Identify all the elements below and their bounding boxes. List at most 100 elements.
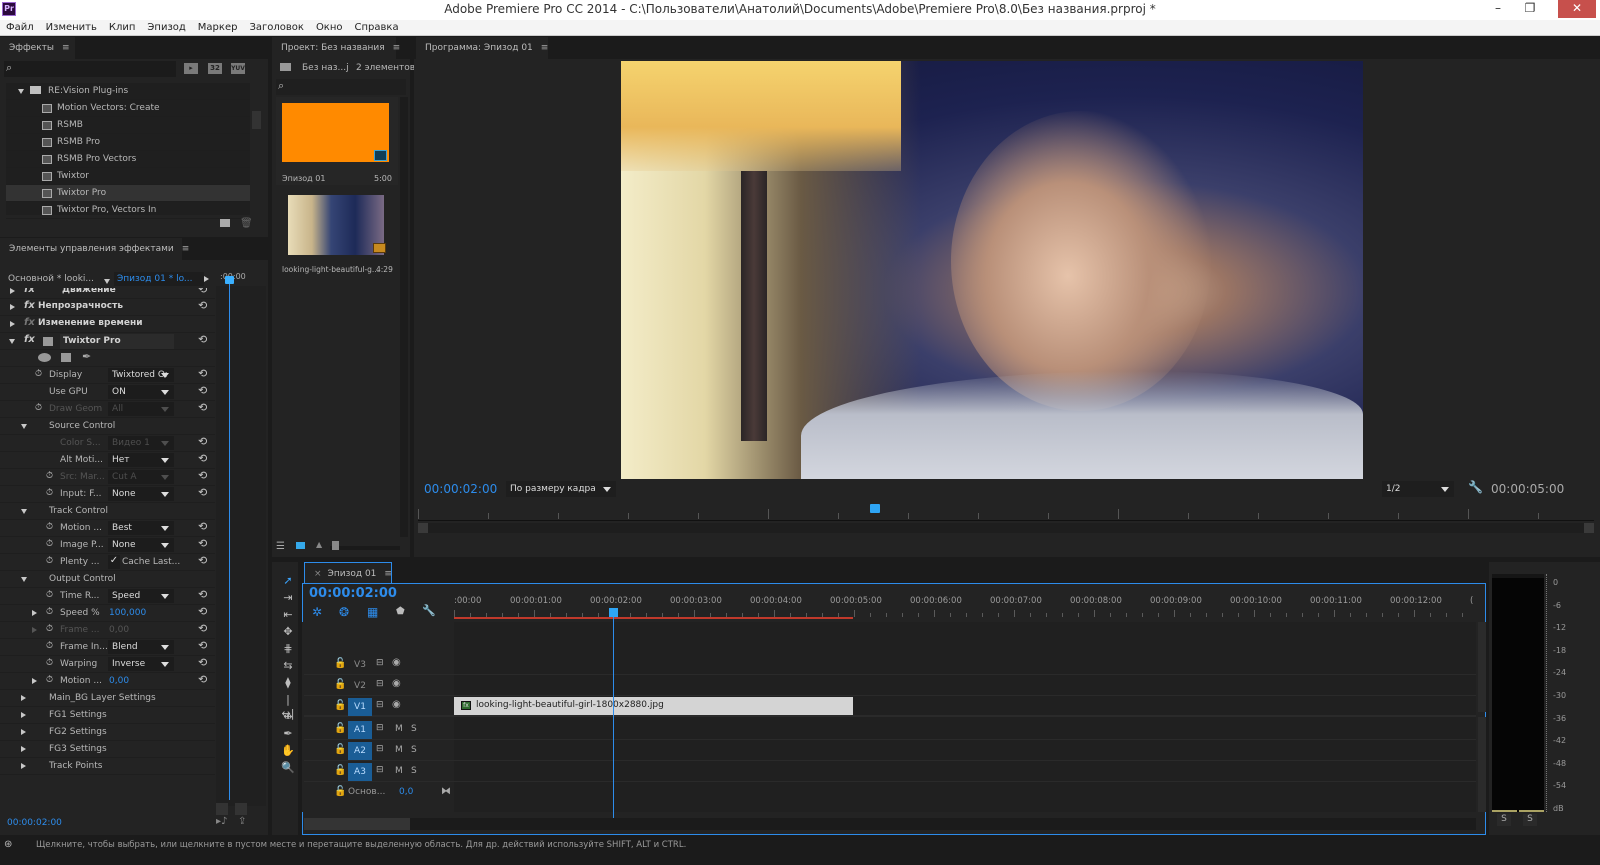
razor-tool-icon[interactable]: ⧫ [280, 676, 296, 690]
project-item-image[interactable]: looking-light-beautiful-g... 4:29 [276, 189, 398, 279]
stopwatch-icon[interactable]: ⏱ [46, 641, 53, 651]
effect-controls-timecode[interactable]: 00:00:02:00 [7, 818, 62, 828]
fx-icon[interactable]: fx [24, 300, 35, 311]
cache-last-checkbox[interactable]: ✓ [108, 555, 120, 569]
selection-tool-icon[interactable]: ➚ [280, 574, 296, 588]
collapse-arrow-icon[interactable] [21, 509, 27, 514]
add-marker-icon[interactable]: ▦ [367, 605, 378, 619]
slide-tool-icon[interactable]: ⇼ [280, 710, 296, 724]
new-bin-icon[interactable] [220, 219, 230, 227]
folder-revision-plugins[interactable]: RE:Vision Plug-ins [6, 83, 250, 100]
clip-dropdown-arrow-icon[interactable] [104, 279, 110, 284]
mute-button[interactable]: M [395, 724, 403, 734]
expand-arrow-icon[interactable] [21, 712, 26, 718]
rolling-edit-icon[interactable]: ⋕ [280, 642, 296, 656]
export-icon[interactable]: ⇪ [238, 816, 246, 827]
mute-button[interactable]: M [395, 766, 403, 776]
menu-help[interactable]: Справка [349, 20, 405, 35]
accelerated-effects-filter-icon[interactable]: ▸ [184, 63, 198, 74]
stopwatch-icon[interactable]: ⏱ [46, 539, 53, 549]
reset-icon[interactable]: ⟲ [198, 520, 207, 533]
expand-arrow-icon[interactable] [32, 610, 37, 616]
speed-value[interactable]: 100,000 [109, 608, 146, 618]
sync-lock-icon[interactable]: ⊟ [376, 700, 384, 710]
effect-row-motion[interactable]: fx Движение ⟲ [0, 288, 215, 299]
reset-icon[interactable]: ⟲ [198, 554, 207, 567]
rectangle-mask-icon[interactable] [61, 353, 71, 362]
expand-arrow-icon[interactable] [10, 321, 15, 327]
solo-right-button[interactable]: S [1523, 814, 1537, 826]
collapse-arrow-icon[interactable] [9, 339, 15, 344]
stopwatch-icon[interactable]: ⏱ [35, 369, 42, 379]
group-source-control[interactable]: Source Control [0, 418, 215, 435]
reset-icon[interactable]: ⟲ [198, 656, 207, 669]
program-video-frame[interactable] [621, 61, 1363, 479]
group-fg2[interactable]: FG2 Settings [0, 724, 215, 741]
restore-button[interactable]: ❐ [1516, 0, 1544, 18]
effect-row-twixtor-pro[interactable]: fx Twixtor Pro ⟲ [0, 333, 215, 350]
stopwatch-icon[interactable]: ⏱ [46, 522, 53, 532]
reset-icon[interactable]: ⟲ [198, 452, 207, 465]
sync-lock-icon[interactable]: ⊟ [376, 744, 384, 754]
sync-lock-icon[interactable]: ⊟ [376, 765, 384, 775]
close-tab-icon[interactable]: × [314, 569, 322, 579]
effect-row-opacity[interactable]: fx Непрозрачность ⟲ [0, 299, 215, 316]
effect-item-selected[interactable]: Twixtor Pro [6, 185, 250, 202]
panel-menu-icon[interactable]: ≡ [182, 244, 190, 254]
minimize-button[interactable]: – [1484, 0, 1512, 18]
group-fg1[interactable]: FG1 Settings [0, 707, 215, 724]
reset-icon[interactable]: ⟲ [198, 333, 207, 346]
master-clip-tab[interactable]: Основной * looki... [6, 272, 102, 286]
group-output-control[interactable]: Output Control [0, 571, 215, 588]
linked-selection-icon[interactable]: ❂ [339, 605, 349, 619]
hand-tool-icon[interactable]: ✋ [280, 744, 296, 758]
rate-stretch-icon[interactable]: ⇆ [280, 659, 296, 673]
program-playhead[interactable] [870, 504, 880, 513]
reset-icon[interactable]: ⟲ [198, 588, 207, 601]
image-prep-dropdown[interactable]: None [108, 538, 174, 552]
panel-menu-icon[interactable]: ≡ [541, 43, 549, 53]
settings-wrench-icon[interactable]: 🔧 [1468, 480, 1483, 494]
expand-arrow-icon[interactable] [21, 729, 26, 735]
list-view-icon[interactable]: ☰ [276, 541, 285, 552]
timeline-clip[interactable]: fx looking-light-beautiful-girl-1800x288… [454, 697, 853, 715]
slip-tool-icon[interactable]: |↔| [280, 693, 296, 720]
time-remap-dropdown[interactable]: Speed [108, 589, 174, 603]
video-tracks-scrollbar[interactable] [1478, 622, 1486, 712]
reset-icon[interactable]: ⟲ [198, 401, 207, 414]
delete-icon[interactable]: 🗑 [240, 218, 253, 229]
pen-mask-icon[interactable]: ✒ [82, 350, 91, 363]
panel-menu-icon[interactable]: ≡ [384, 569, 392, 579]
slider-handle[interactable] [332, 541, 339, 550]
reset-icon[interactable]: ⟲ [198, 639, 207, 652]
expand-arrow-icon[interactable] [21, 763, 26, 769]
eye-icon[interactable]: ◉ [392, 657, 401, 668]
stopwatch-icon[interactable]: ⏱ [46, 675, 53, 685]
audio-tracks-scrollbar[interactable] [1478, 717, 1486, 812]
stopwatch-icon[interactable]: ⏱ [46, 658, 53, 668]
menu-title[interactable]: Заголовок [243, 20, 309, 35]
lock-icon[interactable]: 🔓 [334, 679, 346, 690]
motion-blur-value[interactable]: 0,00 [109, 676, 129, 686]
timeline-settings-wrench-icon[interactable]: 🔧 [422, 604, 436, 617]
lock-icon[interactable]: 🔓 [334, 658, 346, 669]
close-button[interactable]: ✕ [1558, 0, 1596, 18]
reset-icon[interactable]: ⟲ [198, 486, 207, 499]
reset-icon[interactable]: ⟲ [198, 469, 207, 482]
effect-item[interactable]: Twixtor Pro, Vectors In [6, 202, 250, 219]
reset-icon[interactable]: ⟲ [198, 435, 207, 448]
ripple-edit-icon[interactable]: ✥ [280, 625, 296, 639]
ellipse-mask-icon[interactable] [38, 353, 51, 362]
input-f-dropdown[interactable]: None [108, 487, 174, 501]
group-track-points[interactable]: Track Points [0, 758, 215, 775]
32bit-filter-icon[interactable]: 32 [208, 63, 222, 74]
use-gpu-dropdown[interactable]: ON [108, 385, 174, 399]
tab-sequence[interactable]: × Эпизод 01 ≡ [304, 562, 392, 584]
track-target-a3[interactable]: A3 [348, 763, 372, 781]
eye-icon[interactable]: ◉ [392, 678, 401, 689]
expand-arrow-icon[interactable] [21, 746, 26, 752]
zoom-in-handle[interactable] [235, 803, 247, 815]
reset-icon[interactable]: ⟲ [198, 299, 207, 312]
master-volume-value[interactable]: 0,0 [399, 787, 413, 797]
track-target-a2[interactable]: A2 [348, 742, 372, 760]
